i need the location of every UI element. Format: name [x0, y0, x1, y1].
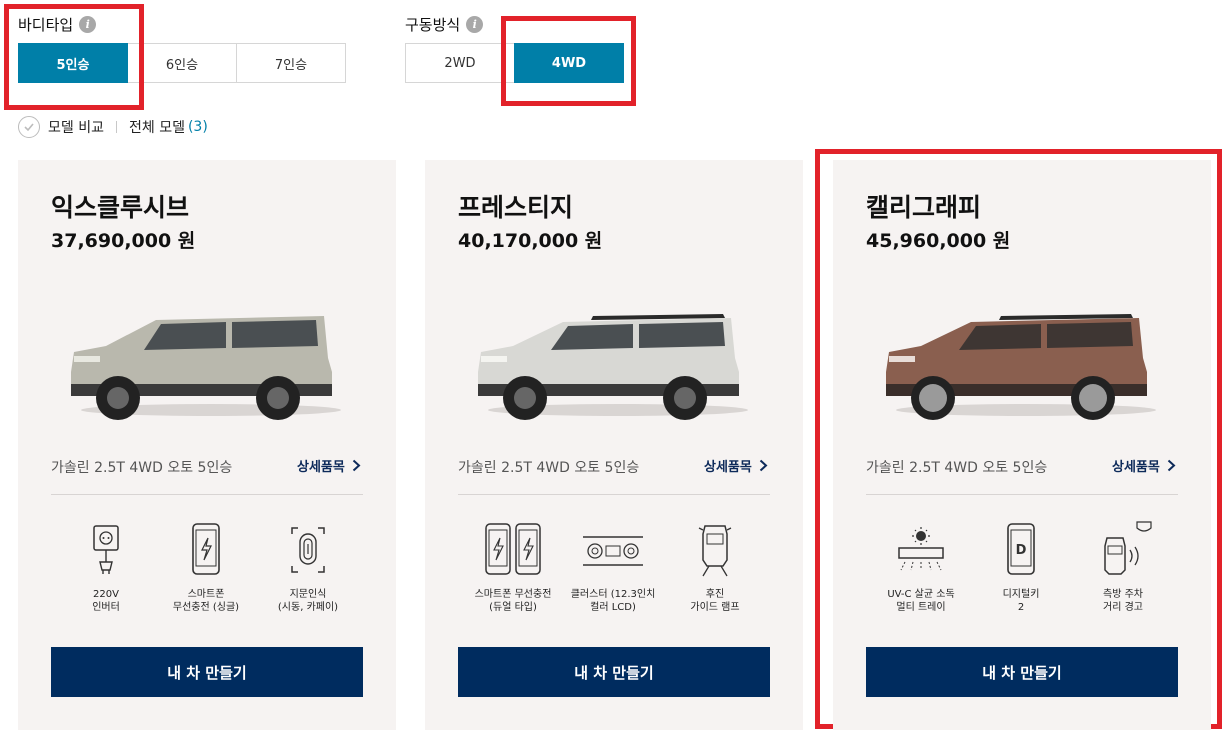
body-type-option-7seat[interactable]: 7인승: [236, 43, 346, 83]
trim-price: 37,690,000 원: [51, 230, 196, 252]
drive-type-segmented: 2WD 4WD: [405, 43, 624, 83]
drive-type-option-2wd[interactable]: 2WD: [405, 43, 515, 83]
chevron-right-icon: [759, 459, 768, 472]
dual-phone-charging-icon: [485, 523, 541, 575]
drive-type-option-4wd[interactable]: 4WD: [514, 43, 624, 83]
trim-card-prestige: 프레스티지 40,170,000 원 가솔린 2.5T 4WD 오토 5인승 상…: [425, 160, 803, 730]
trim-price: 45,960,000 원: [866, 230, 1011, 252]
feature-label: UV-C 살균 소독 멀티 트레이: [887, 589, 955, 613]
feature-label: 클러스터 (12.3인치 컬러 LCD): [570, 589, 656, 613]
feature-item: D 디지털키 2: [966, 520, 1076, 614]
feature-item: UV-C 살균 소독 멀티 트레이: [866, 520, 976, 614]
build-my-car-button[interactable]: 내 차 만들기: [866, 647, 1178, 697]
detail-link[interactable]: 상세품목: [1112, 456, 1176, 475]
feature-label: 디지털키 2: [1002, 589, 1040, 613]
compare-label[interactable]: 모델 비교: [48, 117, 104, 137]
body-type-segmented: 5인승 6인승 7인승: [18, 43, 346, 83]
car-image: [478, 314, 748, 420]
trim-spec: 가솔린 2.5T 4WD 오토 5인승: [51, 460, 233, 476]
phone-charging-icon: [192, 523, 220, 575]
feature-item: 측방 주차 거리 경고: [1068, 520, 1178, 614]
divider: [866, 494, 1178, 495]
trim-name: 익스클루시브: [51, 193, 190, 222]
power-outlet-icon: [93, 525, 119, 574]
divider: [115, 121, 117, 133]
car-image: [886, 314, 1156, 420]
divider: [51, 494, 363, 495]
body-type-label: 바디타입 i: [18, 14, 97, 35]
body-type-option-6seat[interactable]: 6인승: [127, 43, 237, 83]
digital-key-icon: D: [1007, 523, 1035, 575]
trim-name: 프레스티지: [458, 193, 574, 222]
rear-guide-lamp-icon: [698, 525, 732, 577]
fingerprint-icon: [291, 527, 325, 573]
cluster-display-icon: [583, 536, 643, 566]
trim-card-calligraphy: 캘리그래피 45,960,000 원 가솔린 2.5T 4WD 오토 5인승 상…: [833, 160, 1211, 730]
feature-label: 측방 주차 거리 경고: [1103, 589, 1143, 613]
body-type-option-5seat[interactable]: 5인승: [18, 43, 128, 83]
feature-item: 스마트폰 무선충전 (싱글): [151, 520, 261, 614]
trim-price: 40,170,000 원: [458, 230, 603, 252]
build-my-car-button[interactable]: 내 차 만들기: [51, 647, 363, 697]
svg-text:D: D: [1016, 543, 1027, 558]
divider: [458, 494, 770, 495]
feature-item: 후진 가이드 램프: [660, 520, 770, 614]
drive-type-label: 구동방식 i: [405, 14, 484, 35]
feature-label: 220V 인버터: [92, 589, 120, 613]
uv-sterilizer-tray-icon: [898, 527, 944, 571]
build-my-car-button[interactable]: 내 차 만들기: [458, 647, 770, 697]
feature-item: 220V 인버터: [51, 520, 161, 614]
all-models-count: (3): [187, 119, 208, 135]
info-icon[interactable]: i: [466, 16, 484, 33]
feature-label: 스마트폰 무선충전 (싱글): [172, 589, 240, 613]
trim-name: 캘리그래피: [866, 193, 982, 222]
trim-spec: 가솔린 2.5T 4WD 오토 5인승: [458, 460, 640, 476]
info-icon[interactable]: i: [79, 16, 97, 33]
trim-spec: 가솔린 2.5T 4WD 오토 5인승: [866, 460, 1048, 476]
feature-label: 스마트폰 무선충전 (듀얼 타입): [474, 589, 552, 613]
car-image: [71, 316, 341, 420]
chevron-right-icon: [1167, 459, 1176, 472]
feature-label: 지문인식 (시동, 카페이): [277, 589, 339, 613]
feature-item: 지문인식 (시동, 카페이): [253, 520, 363, 614]
all-models-label: 전체 모델: [128, 120, 185, 136]
compare-row: 모델 비교 전체 모델 (3): [18, 116, 208, 138]
feature-label: 후진 가이드 램프: [690, 589, 740, 613]
side-parking-warning-icon: [1104, 521, 1152, 575]
check-icon: [24, 123, 34, 132]
feature-item: 스마트폰 무선충전 (듀얼 타입): [458, 520, 568, 614]
detail-link[interactable]: 상세품목: [297, 456, 361, 475]
detail-link[interactable]: 상세품목: [704, 456, 768, 475]
feature-item: 클러스터 (12.3인치 컬러 LCD): [558, 520, 668, 614]
trim-card-exclusive: 익스클루시브 37,690,000 원 가솔린 2.5T 4WD 오토 5인승 …: [18, 160, 396, 730]
compare-checkbox[interactable]: [18, 116, 40, 138]
chevron-right-icon: [352, 459, 361, 472]
